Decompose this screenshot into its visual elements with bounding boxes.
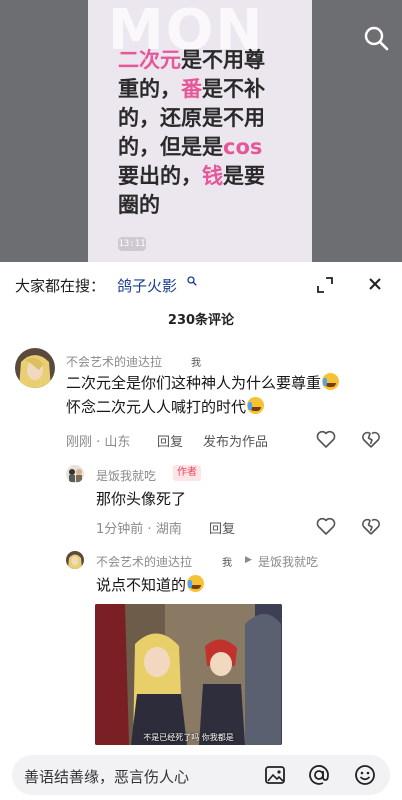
comment-image[interactable]: 不是已经死了吗 你我都是 [95, 604, 282, 745]
avatar[interactable] [66, 465, 84, 483]
image-picker-button[interactable] [264, 764, 286, 786]
video-timestamp: 13:11 [118, 237, 146, 251]
close-icon [369, 278, 381, 290]
emoji-icon [355, 765, 375, 785]
search-icon [364, 26, 389, 51]
quote-line: 要出的，钱是要 [118, 164, 265, 188]
avatar[interactable] [15, 348, 55, 388]
at-icon [309, 765, 329, 785]
comment-sheet: 大家都在搜： 鸽子火影 230条评论 不会艺术的迪达拉 我 二次元全是你们这种神… [0, 262, 402, 800]
reply-time: 1分钟前 · 湖南 [96, 522, 182, 537]
laughing-crying-emoji-icon [322, 373, 340, 390]
reply-username[interactable]: 不会艺术的迪达拉 [96, 553, 192, 570]
mention-button[interactable] [308, 764, 330, 786]
close-button[interactable] [366, 275, 384, 293]
collapse-button[interactable] [316, 276, 334, 294]
avatar[interactable] [66, 551, 84, 569]
reply-text: 那你头像死了 [96, 490, 187, 508]
video-quote-text: 二次元是不用尊 重的，番是不补 的，还原是不用 的，但是是cos 要出的，钱是要 圈的 [118, 46, 308, 220]
author-badge: 作者 [173, 465, 201, 481]
quote-line: 二次元是不用尊 [118, 48, 265, 72]
broken-heart-icon [362, 431, 380, 448]
dislike-button[interactable] [361, 430, 381, 448]
comment-input-bar: 善语结善缘，恶言伤人心 [0, 749, 402, 800]
reply-button[interactable]: 回复 [209, 518, 235, 537]
image-icon [265, 766, 285, 784]
comment-time: 刚刚 · 山东 [66, 435, 131, 450]
me-tag: 我 [191, 358, 201, 369]
reply-to-username[interactable]: 是饭我就吃 [258, 553, 318, 570]
suggest-label: 大家都在搜： [15, 277, 106, 295]
search-suggest-icon[interactable] [187, 276, 197, 289]
search-button[interactable] [362, 24, 390, 52]
suggest-search-link[interactable]: 鸽子火影 [117, 275, 177, 296]
like-button[interactable] [316, 430, 336, 448]
laughing-crying-emoji-icon [187, 575, 205, 592]
emoji-button[interactable] [354, 764, 376, 786]
like-button[interactable] [316, 517, 336, 535]
quote-line: 的，还原是不用 [118, 106, 265, 130]
heart-icon [316, 430, 336, 448]
me-tag: 我 [222, 558, 232, 569]
video-player[interactable]: MON 二次元是不用尊 重的，番是不补 的，还原是不用 的，但是是cos 要出的，钱是要… [0, 0, 402, 262]
dislike-button[interactable] [361, 517, 381, 535]
video-frame: MON 二次元是不用尊 重的，番是不补 的，还原是不用 的，但是是cos 要出的，钱是要… [88, 0, 312, 262]
reply-username[interactable]: 是饭我就吃 [96, 467, 156, 484]
laughing-crying-emoji-icon [247, 397, 265, 414]
reply-text: 说点不知道的 [96, 573, 205, 597]
broken-heart-icon [362, 518, 380, 535]
quote-line: 圈的 [118, 193, 160, 217]
sheet-header: 大家都在搜： 鸽子火影 [0, 262, 402, 308]
publish-as-work-button[interactable]: 发布为作品 [203, 431, 268, 450]
comment-input-placeholder: 善语结善缘，恶言伤人心 [24, 768, 190, 786]
reply-button[interactable]: 回复 [157, 431, 183, 450]
quote-line: 的，但是是cos [118, 135, 263, 159]
heart-icon [316, 517, 336, 535]
reply-arrow-icon: ▶ [245, 555, 252, 565]
comment-text: 二次元全是你们这种神人为什么要尊重 怀念二次元人人喊打的时代 [66, 371, 340, 419]
quote-line: 重的，番是不补 [118, 77, 265, 101]
comment-count: 230条评论 [167, 313, 235, 328]
collapse-icon [317, 277, 333, 293]
comment-username[interactable]: 不会艺术的迪达拉 [66, 353, 162, 370]
image-subtitle: 不是已经死了吗 你我都是 [143, 733, 234, 742]
comment-input[interactable]: 善语结善缘，恶言伤人心 [12, 755, 390, 795]
